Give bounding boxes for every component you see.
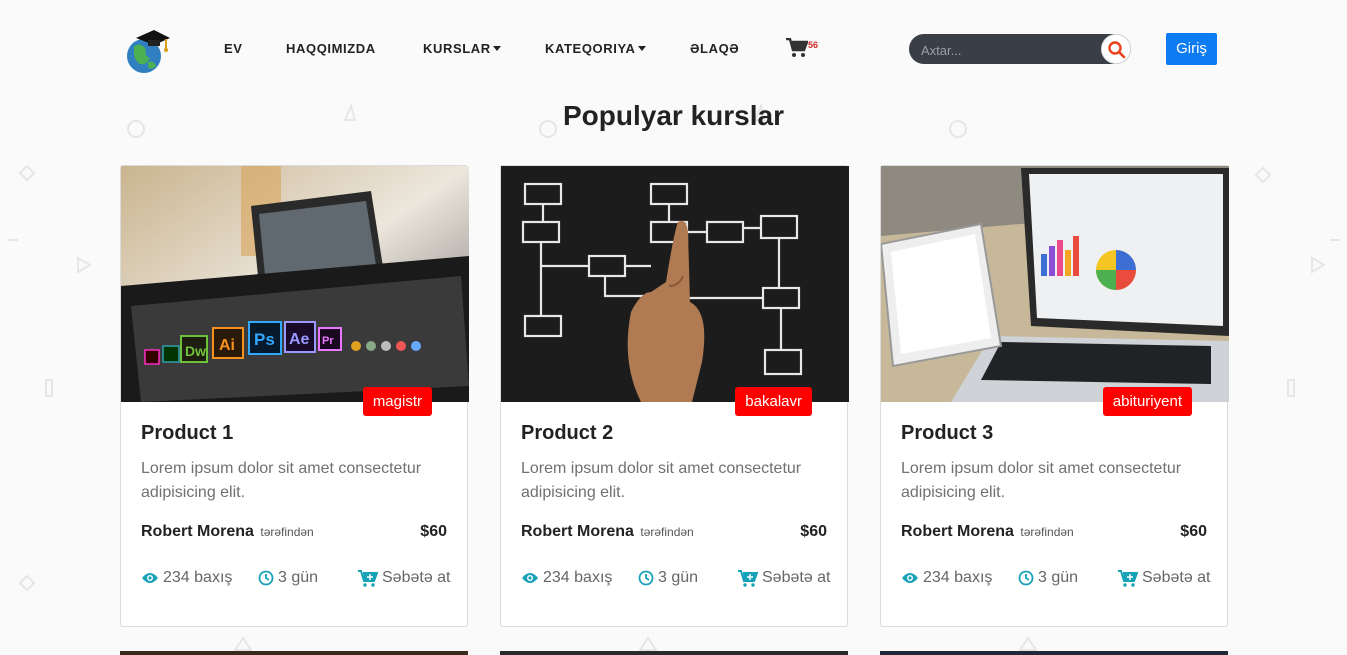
add-to-cart-label: Səbətə at [382,569,451,586]
cart-plus-icon [1118,569,1138,587]
cart-count-badge: 56 [808,40,819,50]
card-author: Robert Morena tərəfindən [901,523,1074,541]
card-price: $60 [1180,523,1207,540]
svg-text:Ae: Ae [289,331,310,348]
eye-icon [522,573,538,583]
card-title[interactable]: Product 3 [901,422,993,445]
level-badge: magistr [362,387,432,416]
views-count: 234 baxış [521,569,612,587]
author-name: Robert Morena [901,523,1014,540]
svg-text:Pr: Pr [322,335,334,347]
views-count: 234 baxış [901,569,992,587]
svg-text:Dw: Dw [185,343,206,359]
next-card-preview [880,651,1228,655]
nav-link-contact[interactable]: ƏLAQƏ [690,41,739,56]
duration: 3 gün [1018,569,1078,587]
clock-icon [1018,570,1034,586]
nav-link-category[interactable]: KATEQORIYA [545,41,646,56]
course-image-flowchart [501,166,849,402]
nav-link-about[interactable]: HAQQIMIZDA [286,41,376,56]
views-label: 234 baxış [163,569,233,586]
card-title[interactable]: Product 2 [521,422,613,445]
author-name: Robert Morena [141,523,254,540]
caret-down-icon [492,46,501,51]
search-icon [1108,41,1126,59]
search-input[interactable] [919,34,1103,66]
caret-down-icon [637,46,646,51]
nav-link-courses-label: KURSLAR [423,41,491,56]
views-label: 234 baxış [543,569,613,586]
card-author: Robert Morena tərəfindən [521,523,694,541]
duration-label: 3 gün [1038,569,1079,586]
views-count: 234 baxış [141,569,232,587]
card-description: Lorem ipsum dolor sit amet consectetur a… [141,460,422,501]
nav-link-category-label: KATEQORIYA [545,41,636,56]
add-to-cart-button[interactable]: Səbətə at [358,569,451,587]
course-card[interactable]: abituriyent Product 3 Lorem ipsum dolor … [880,165,1229,627]
next-card-preview [120,651,468,655]
login-button[interactable]: Giriş [1166,33,1217,65]
card-description: Lorem ipsum dolor sit amet consectetur a… [521,460,802,501]
svg-text:Ai: Ai [219,337,235,354]
cart-plus-icon [738,569,758,587]
card-author: Robert Morena tərəfindən [141,523,314,541]
shopping-cart-icon[interactable] [786,38,808,58]
navbar: EV HAQQIMIZDA KURSLAR KATEQORIYA ƏLAQƏ 5… [0,0,1347,96]
course-card[interactable]: bakalavr Product 2 Lorem ipsum dolor sit… [500,165,849,627]
section-title: Populyar kurslar [563,100,784,131]
eye-icon [142,573,158,583]
duration-label: 3 gün [658,569,699,586]
clock-icon [258,570,274,586]
card-price: $60 [420,523,447,540]
logo-globe-graduation-cap[interactable] [122,26,172,76]
search-box [909,34,1131,66]
next-card-preview [500,651,848,655]
add-to-cart-button[interactable]: Səbətə at [738,569,831,587]
course-card[interactable]: Dw Ai Ps Ae Pr magistr Product 1 Lorem i… [120,165,469,627]
clock-icon [638,570,654,586]
svg-text:Ps: Ps [254,330,275,349]
level-badge: abituriyent [1102,387,1192,416]
add-to-cart-button[interactable]: Səbətə at [1118,569,1211,587]
views-label: 234 baxış [923,569,993,586]
duration-label: 3 gün [278,569,319,586]
card-price: $60 [800,523,827,540]
card-title[interactable]: Product 1 [141,422,233,445]
author-by-label: tərəfindən [640,525,694,539]
eye-icon [902,573,918,583]
author-by-label: tərəfindən [260,525,314,539]
cart-plus-icon [358,569,378,587]
add-to-cart-label: Səbətə at [1142,569,1211,586]
course-image-laptop-adobe: Dw Ai Ps Ae Pr [121,166,469,402]
author-name: Robert Morena [521,523,634,540]
level-badge: bakalavr [735,387,812,416]
nav-link-courses[interactable]: KURSLAR [423,41,501,56]
duration: 3 gün [258,569,318,587]
duration: 3 gün [638,569,698,587]
card-description: Lorem ipsum dolor sit amet consectetur a… [901,460,1182,501]
course-image-laptop-charts [881,166,1229,402]
nav-link-home[interactable]: EV [224,41,243,56]
add-to-cart-label: Səbətə at [762,569,831,586]
search-button[interactable] [1101,34,1131,64]
author-by-label: tərəfindən [1020,525,1074,539]
